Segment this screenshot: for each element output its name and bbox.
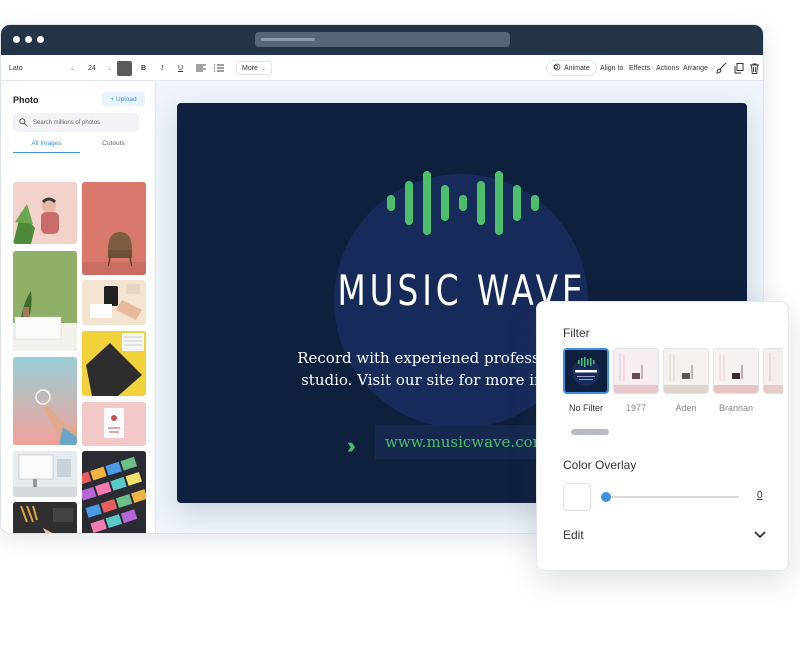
- filter-option-brannan[interactable]: Brannan: [713, 348, 759, 413]
- font-family-select[interactable]: Lato ⌄: [9, 55, 75, 81]
- overlay-value[interactable]: 0: [757, 490, 763, 501]
- filter-label: Brannan: [718, 403, 754, 413]
- image-tabs: All Images Cutouts: [13, 137, 147, 153]
- filter-option-no-filter[interactable]: No Filter: [563, 348, 609, 413]
- animate-icon: [553, 63, 561, 73]
- italic-button[interactable]: I: [161, 55, 163, 81]
- tab-all-images[interactable]: All Images: [13, 137, 80, 153]
- filter-scrollbar[interactable]: [571, 429, 609, 435]
- photo-sidebar: Photo + Upload Search millions of photos…: [1, 81, 156, 533]
- photo-thumbnail[interactable]: [13, 357, 77, 445]
- more-label: More: [242, 64, 258, 72]
- photo-search-input[interactable]: Search millions of photos: [13, 113, 139, 132]
- effects-button[interactable]: Effects: [629, 55, 650, 81]
- animate-label: Animate: [564, 64, 590, 72]
- filter-preview: [563, 348, 609, 394]
- tab-cutouts[interactable]: Cutouts: [80, 137, 147, 153]
- window-titlebar: [1, 25, 763, 55]
- text-toolbar: Lato ⌄ 24 ⌄ B I U More ⌄ Animate Align t…: [1, 55, 763, 81]
- search-placeholder: Search millions of photos: [33, 119, 101, 126]
- window-dots: [13, 36, 44, 43]
- filter-preview: [663, 348, 709, 394]
- photo-thumbnail[interactable]: [82, 451, 146, 533]
- photo-thumbnail[interactable]: [82, 280, 146, 325]
- chevron-down-icon: ⌄: [106, 65, 112, 72]
- chevron-down-icon[interactable]: [753, 528, 767, 540]
- photo-thumbnail[interactable]: [13, 451, 77, 497]
- text-color-swatch[interactable]: [117, 61, 132, 76]
- photo-thumbnail[interactable]: [82, 182, 146, 275]
- animate-button[interactable]: Animate: [546, 60, 597, 76]
- overlay-slider-handle[interactable]: [601, 492, 611, 502]
- photo-thumbnail[interactable]: [82, 331, 146, 396]
- font-family-value: Lato: [9, 64, 23, 72]
- underline-button[interactable]: U: [178, 55, 183, 81]
- align-to-button[interactable]: Align to: [600, 55, 623, 81]
- filter-heading: Filter: [563, 326, 590, 340]
- sound-wave-icon: [387, 171, 547, 235]
- double-chevron-right-icon: ››: [347, 433, 355, 458]
- photo-thumbnail[interactable]: [13, 251, 77, 351]
- address-bar[interactable]: [255, 32, 510, 47]
- paint-brush-icon[interactable]: [716, 55, 727, 81]
- sidebar-title: Photo: [13, 95, 39, 105]
- more-button[interactable]: More ⌄: [236, 61, 272, 75]
- duplicate-icon[interactable]: [734, 55, 744, 81]
- filter-option-1977[interactable]: 1977: [613, 348, 659, 413]
- trash-icon[interactable]: [750, 55, 759, 81]
- font-size-select[interactable]: 24 ⌄: [88, 55, 112, 81]
- chevron-down-icon: ⌄: [69, 65, 75, 72]
- upload-button[interactable]: + Upload: [102, 92, 145, 106]
- actions-button[interactable]: Actions: [656, 55, 679, 81]
- filter-preview: [763, 348, 783, 394]
- font-size-value: 24: [88, 64, 96, 72]
- overlay-color-swatch[interactable]: [563, 483, 591, 511]
- filter-option-partial[interactable]: [763, 348, 783, 394]
- image-filter-panel: Filter No Filter 1977 Aden Brannan Color…: [536, 301, 789, 571]
- photo-thumbnail[interactable]: [13, 502, 77, 533]
- chevron-down-icon: ⌄: [260, 65, 266, 72]
- filter-preview: [713, 348, 759, 394]
- photo-thumbnail[interactable]: [82, 402, 146, 446]
- arrange-button[interactable]: Arrange: [683, 55, 708, 81]
- search-icon: [19, 117, 27, 128]
- filter-option-aden[interactable]: Aden: [663, 348, 709, 413]
- align-left-icon[interactable]: [196, 55, 206, 81]
- overlay-slider-track[interactable]: [603, 496, 739, 498]
- edit-heading: Edit: [563, 528, 584, 542]
- list-icon[interactable]: [214, 55, 224, 81]
- color-overlay-heading: Color Overlay: [563, 458, 637, 472]
- filter-preview: [613, 348, 659, 394]
- photo-thumbnail[interactable]: [13, 182, 77, 244]
- bold-button[interactable]: B: [141, 55, 146, 81]
